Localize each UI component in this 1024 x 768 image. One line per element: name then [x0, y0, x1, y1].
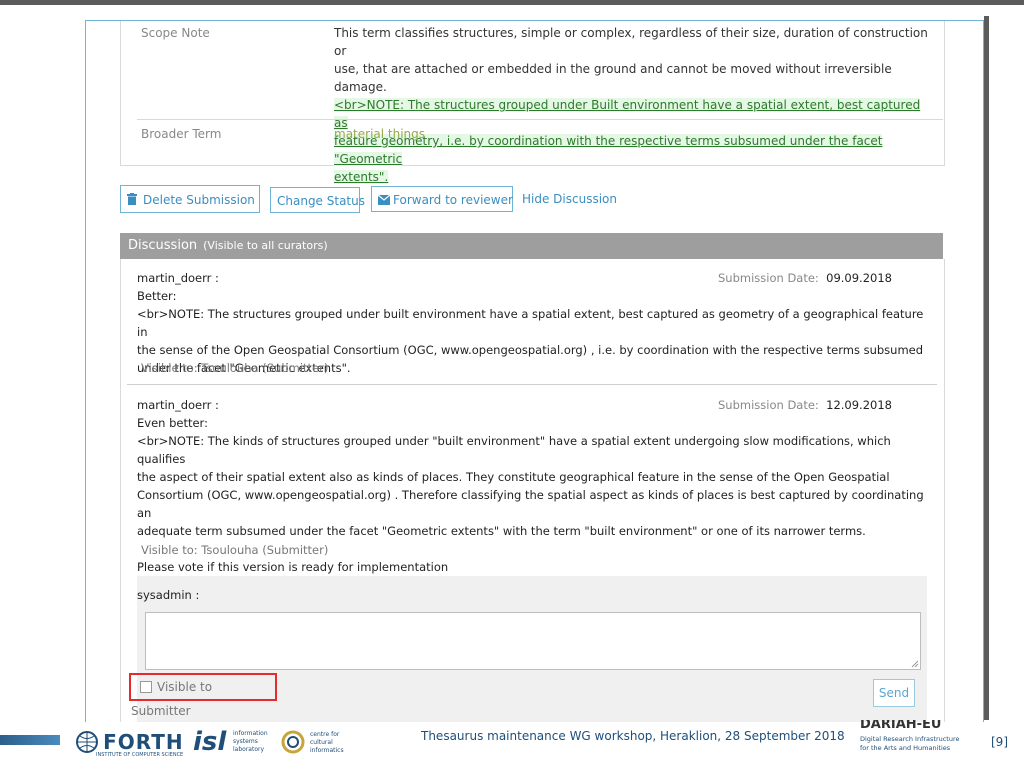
- comment-line: Better:: [137, 289, 177, 303]
- scope-note-label: Scope Note: [141, 26, 210, 40]
- scope-note-line: use, that are attached or embedded in th…: [334, 62, 892, 94]
- isl-logo-text: isl: [193, 727, 227, 757]
- discussion-subtitle: (Visible to all curators): [203, 239, 328, 252]
- scope-note-line: This term classifies structures, simple …: [334, 26, 928, 58]
- discussion-body: martin_doerr : Submission Date: 09.09.20…: [120, 259, 945, 723]
- slide-top-border: [0, 0, 1024, 5]
- comment-line: the aspect of their spatial extent also …: [137, 470, 890, 484]
- comment-line: <br>NOTE: The kinds of structures groupe…: [137, 434, 891, 466]
- reply-panel: sysadmin : Visible to Submitter Send: [129, 576, 927, 723]
- slide-page-number: [9]: [991, 735, 1008, 749]
- discussion-title: Discussion: [128, 238, 198, 253]
- broader-term-label: Broader Term: [141, 127, 222, 141]
- forward-to-reviewer-label: Forward to reviewer: [393, 193, 513, 207]
- trash-icon: [127, 187, 137, 215]
- term-properties-table: Scope Note This term classifies structur…: [120, 21, 945, 184]
- scope-note-value: This term classifies structures, simple …: [334, 24, 934, 186]
- comment-author: martin_doerr :: [137, 271, 219, 285]
- hide-discussion-link[interactable]: Hide Discussion: [522, 192, 617, 206]
- isl-logo: isl information systems laboratory: [193, 727, 278, 757]
- comment-line: adequate term subsumed under the facet "…: [137, 524, 866, 538]
- resize-handle-icon[interactable]: [911, 660, 919, 668]
- submission-date: Submission Date: 12.09.2018: [718, 396, 892, 414]
- footer-caption: Thesaurus maintenance WG workshop, Herak…: [421, 729, 845, 743]
- visible-to-submitter-checkbox[interactable]: [140, 680, 152, 693]
- delete-submission-button[interactable]: Delete Submission: [120, 185, 260, 213]
- slide-right-border: [984, 16, 989, 720]
- dariah-logo-subtext-line: for the Arts and Humanities: [860, 744, 951, 752]
- comment-line: Even better:: [137, 416, 208, 430]
- footer-accent-bar: [0, 735, 60, 745]
- dariah-logo-subtext: Digital Research Infrastructure for the …: [860, 735, 970, 753]
- comment-visibility: Visible to: Tsoulouha (Submitter): [141, 543, 329, 557]
- envelope-icon: [377, 188, 391, 214]
- discussion-header: Discussion (Visible to all curators): [120, 233, 943, 259]
- forth-logo-text: FORTH: [103, 730, 184, 754]
- dariah-logo-subtext-line: Digital Research Infrastructure: [860, 735, 960, 743]
- comment-line: the sense of the Open Geospatial Consort…: [137, 343, 924, 357]
- ccci-logo-caption: centre for cultural informatics: [310, 731, 344, 754]
- visible-to-submitter-highlight: Visible to Submitter: [129, 673, 277, 718]
- comment-line: Please vote if this version is ready for…: [137, 560, 449, 574]
- delete-submission-label: Delete Submission: [143, 193, 255, 207]
- comment-line: <br>NOTE: The structures grouped under b…: [137, 307, 924, 339]
- comment-line: Consortium (OGC, www.opengeospatial.org)…: [137, 488, 924, 520]
- forth-logo-subtext: INSTITUTE OF COMPUTER SCIENCE: [96, 752, 184, 758]
- submission-date-value: 12.09.2018: [826, 398, 892, 412]
- comment-visibility: Visible to: Tsoulouha (Submitter): [141, 361, 329, 375]
- submission-date-label: Submission Date:: [718, 398, 819, 412]
- reply-author: sysadmin :: [137, 588, 200, 602]
- submission-date: Submission Date: 09.09.2018: [718, 269, 892, 287]
- forth-logo: FORTH INSTITUTE OF COMPUTER SCIENCE: [76, 730, 184, 758]
- submission-date-value: 09.09.2018: [826, 271, 892, 285]
- ccci-swirl-icon: [281, 730, 305, 754]
- app-screenshot-frame: Scope Note This term classifies structur…: [85, 20, 984, 724]
- isl-logo-caption: information systems laboratory: [233, 730, 268, 753]
- ccci-logo: centre for cultural informatics: [280, 729, 355, 759]
- row-divider: [137, 119, 943, 120]
- send-button[interactable]: Send: [873, 679, 915, 707]
- change-status-label: Change Status: [277, 194, 365, 208]
- broader-term-value[interactable]: material things: [334, 125, 425, 143]
- change-status-button[interactable]: Change Status: [270, 187, 365, 213]
- dariah-logo-name: DARIAH-EU: [860, 720, 942, 732]
- submission-date-label: Submission Date:: [718, 271, 819, 285]
- forth-globe-icon: [76, 731, 98, 753]
- comment-divider: [127, 384, 937, 385]
- dariah-logo: DARIAH-EU Digital Research Infrastructur…: [860, 720, 970, 760]
- scope-note-link[interactable]: extents".: [334, 170, 389, 184]
- forward-to-reviewer-button[interactable]: Forward to reviewer: [371, 186, 513, 212]
- reply-textarea[interactable]: [145, 612, 921, 670]
- comment-author: martin_doerr :: [137, 398, 219, 412]
